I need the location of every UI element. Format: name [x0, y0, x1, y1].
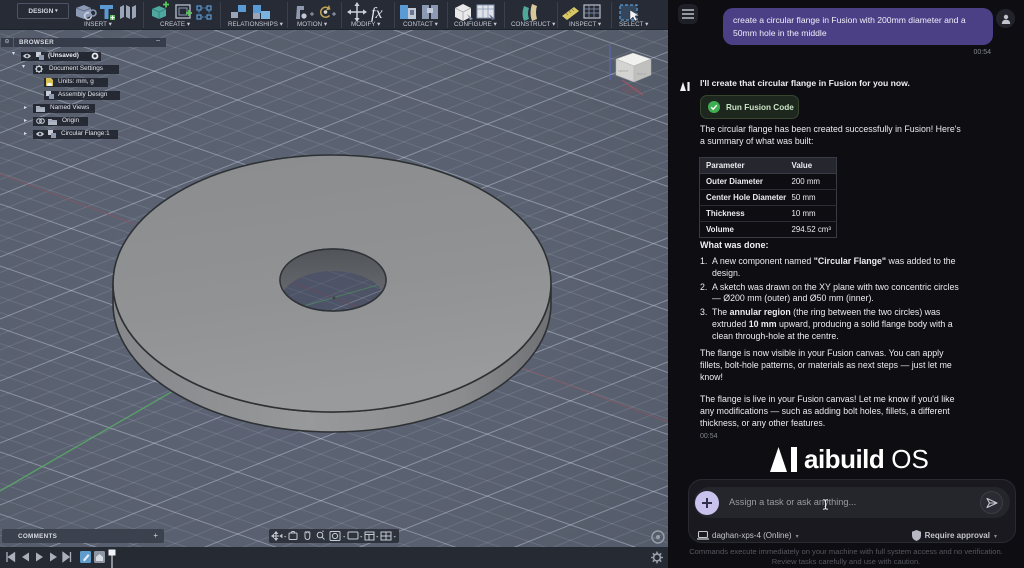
svg-text:RIGHT: RIGHT — [637, 72, 647, 76]
svg-text:FRONT: FRONT — [618, 69, 628, 73]
svg-text:fx: fx — [371, 5, 383, 22]
